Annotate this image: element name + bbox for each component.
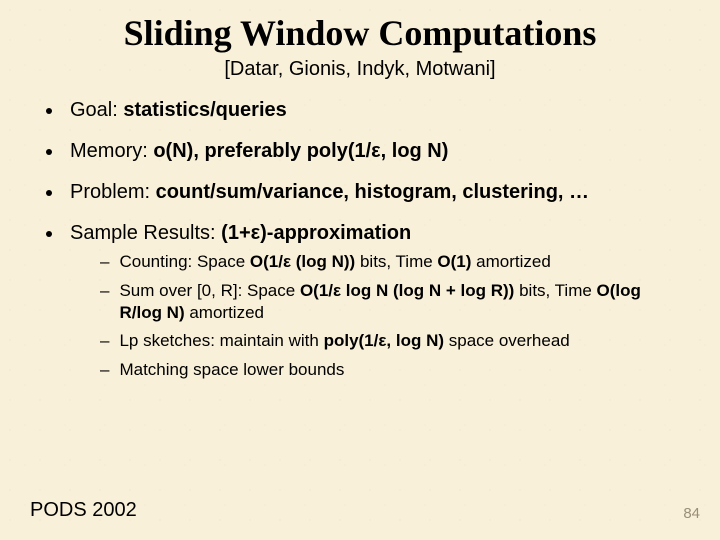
sub-text: Counting: Space	[119, 252, 249, 271]
sub-bold: O(1/ε log N (log N + log R))	[300, 281, 514, 300]
dash-icon: –	[100, 330, 109, 352]
bullet-goal: Goal: statistics/queries	[40, 99, 680, 122]
slide-content: Goal: statistics/queries Memory: o(N), p…	[40, 99, 680, 381]
bullet-label: Memory:	[70, 140, 153, 162]
sub-text: Matching space lower bounds	[119, 360, 344, 379]
sub-lp-sketches: – Lp sketches: maintain with poly(1/ε, l…	[100, 330, 680, 352]
sub-text: bits, Time	[514, 281, 596, 300]
sub-text: amortized	[471, 252, 550, 271]
dash-icon: –	[100, 280, 109, 302]
sub-counting: – Counting: Space O(1/ε (log N)) bits, T…	[100, 251, 680, 273]
bullet-memory: Memory: o(N), preferably poly(1/ε, log N…	[40, 140, 680, 163]
bullet-sample-results: Sample Results: (1+ε)-approximation	[40, 222, 680, 245]
sub-text: Lp sketches: maintain with	[119, 331, 323, 350]
sub-text: bits, Time	[355, 252, 437, 271]
footer-conference: PODS 2002	[30, 499, 137, 522]
bullet-icon	[46, 149, 52, 155]
bullet-value: count/sum/variance, histogram, clusterin…	[156, 181, 589, 203]
bullet-problem: Problem: count/sum/variance, histogram, …	[40, 181, 680, 204]
slide-number: 84	[683, 505, 700, 522]
bullet-label: Problem:	[70, 181, 156, 203]
sub-bullet-list: – Counting: Space O(1/ε (log N)) bits, T…	[100, 251, 680, 381]
sub-text: space overhead	[444, 331, 570, 350]
bullet-label: Sample Results:	[70, 222, 221, 244]
bullet-icon	[46, 231, 52, 237]
sub-bold: O(1/ε (log N))	[250, 252, 355, 271]
slide-title: Sliding Window Computations	[0, 0, 720, 54]
sub-lower-bounds: – Matching space lower bounds	[100, 359, 680, 381]
bullet-label: Goal:	[70, 99, 123, 121]
dash-icon: –	[100, 359, 109, 381]
sub-sum: – Sum over [0, R]: Space O(1/ε log N (lo…	[100, 280, 680, 324]
dash-icon: –	[100, 251, 109, 273]
sub-text: Sum over [0, R]: Space	[119, 281, 299, 300]
bullet-value: o(N), preferably poly(1/ε, log N)	[153, 140, 448, 162]
sub-text: amortized	[185, 303, 264, 322]
bullet-icon	[46, 108, 52, 114]
slide-subtitle: [Datar, Gionis, Indyk, Motwani]	[0, 58, 720, 81]
sub-bold: O(1)	[437, 252, 471, 271]
bullet-icon	[46, 190, 52, 196]
sub-bold: poly(1/ε, log N)	[324, 331, 444, 350]
bullet-value: statistics/queries	[123, 99, 286, 121]
bullet-value: (1+ε)-approximation	[221, 222, 411, 244]
